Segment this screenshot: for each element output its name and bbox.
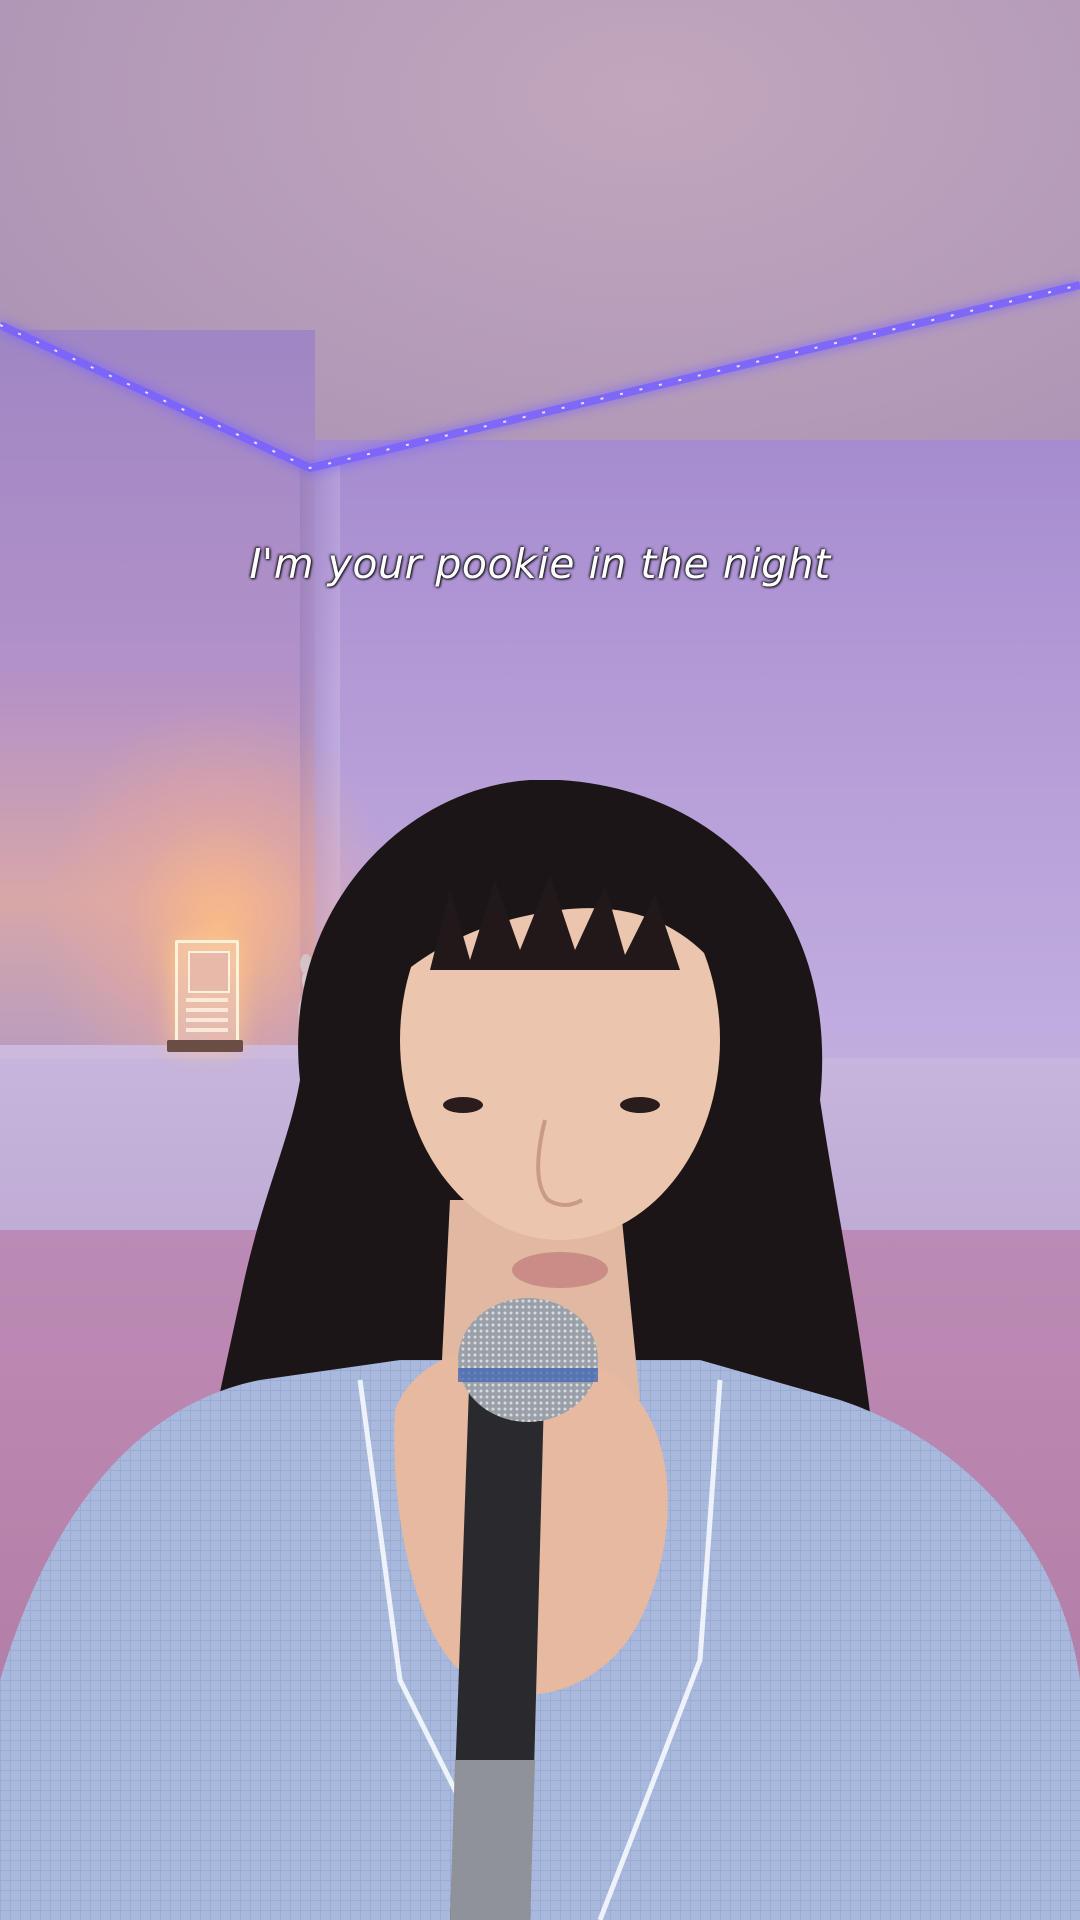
led-light-strip — [0, 281, 1080, 473]
microphone-icon — [458, 1298, 598, 1422]
video-frame[interactable]: I'm your pookie in the night — [0, 0, 1080, 1920]
lyric-caption: I'm your pookie in the night — [249, 540, 831, 588]
